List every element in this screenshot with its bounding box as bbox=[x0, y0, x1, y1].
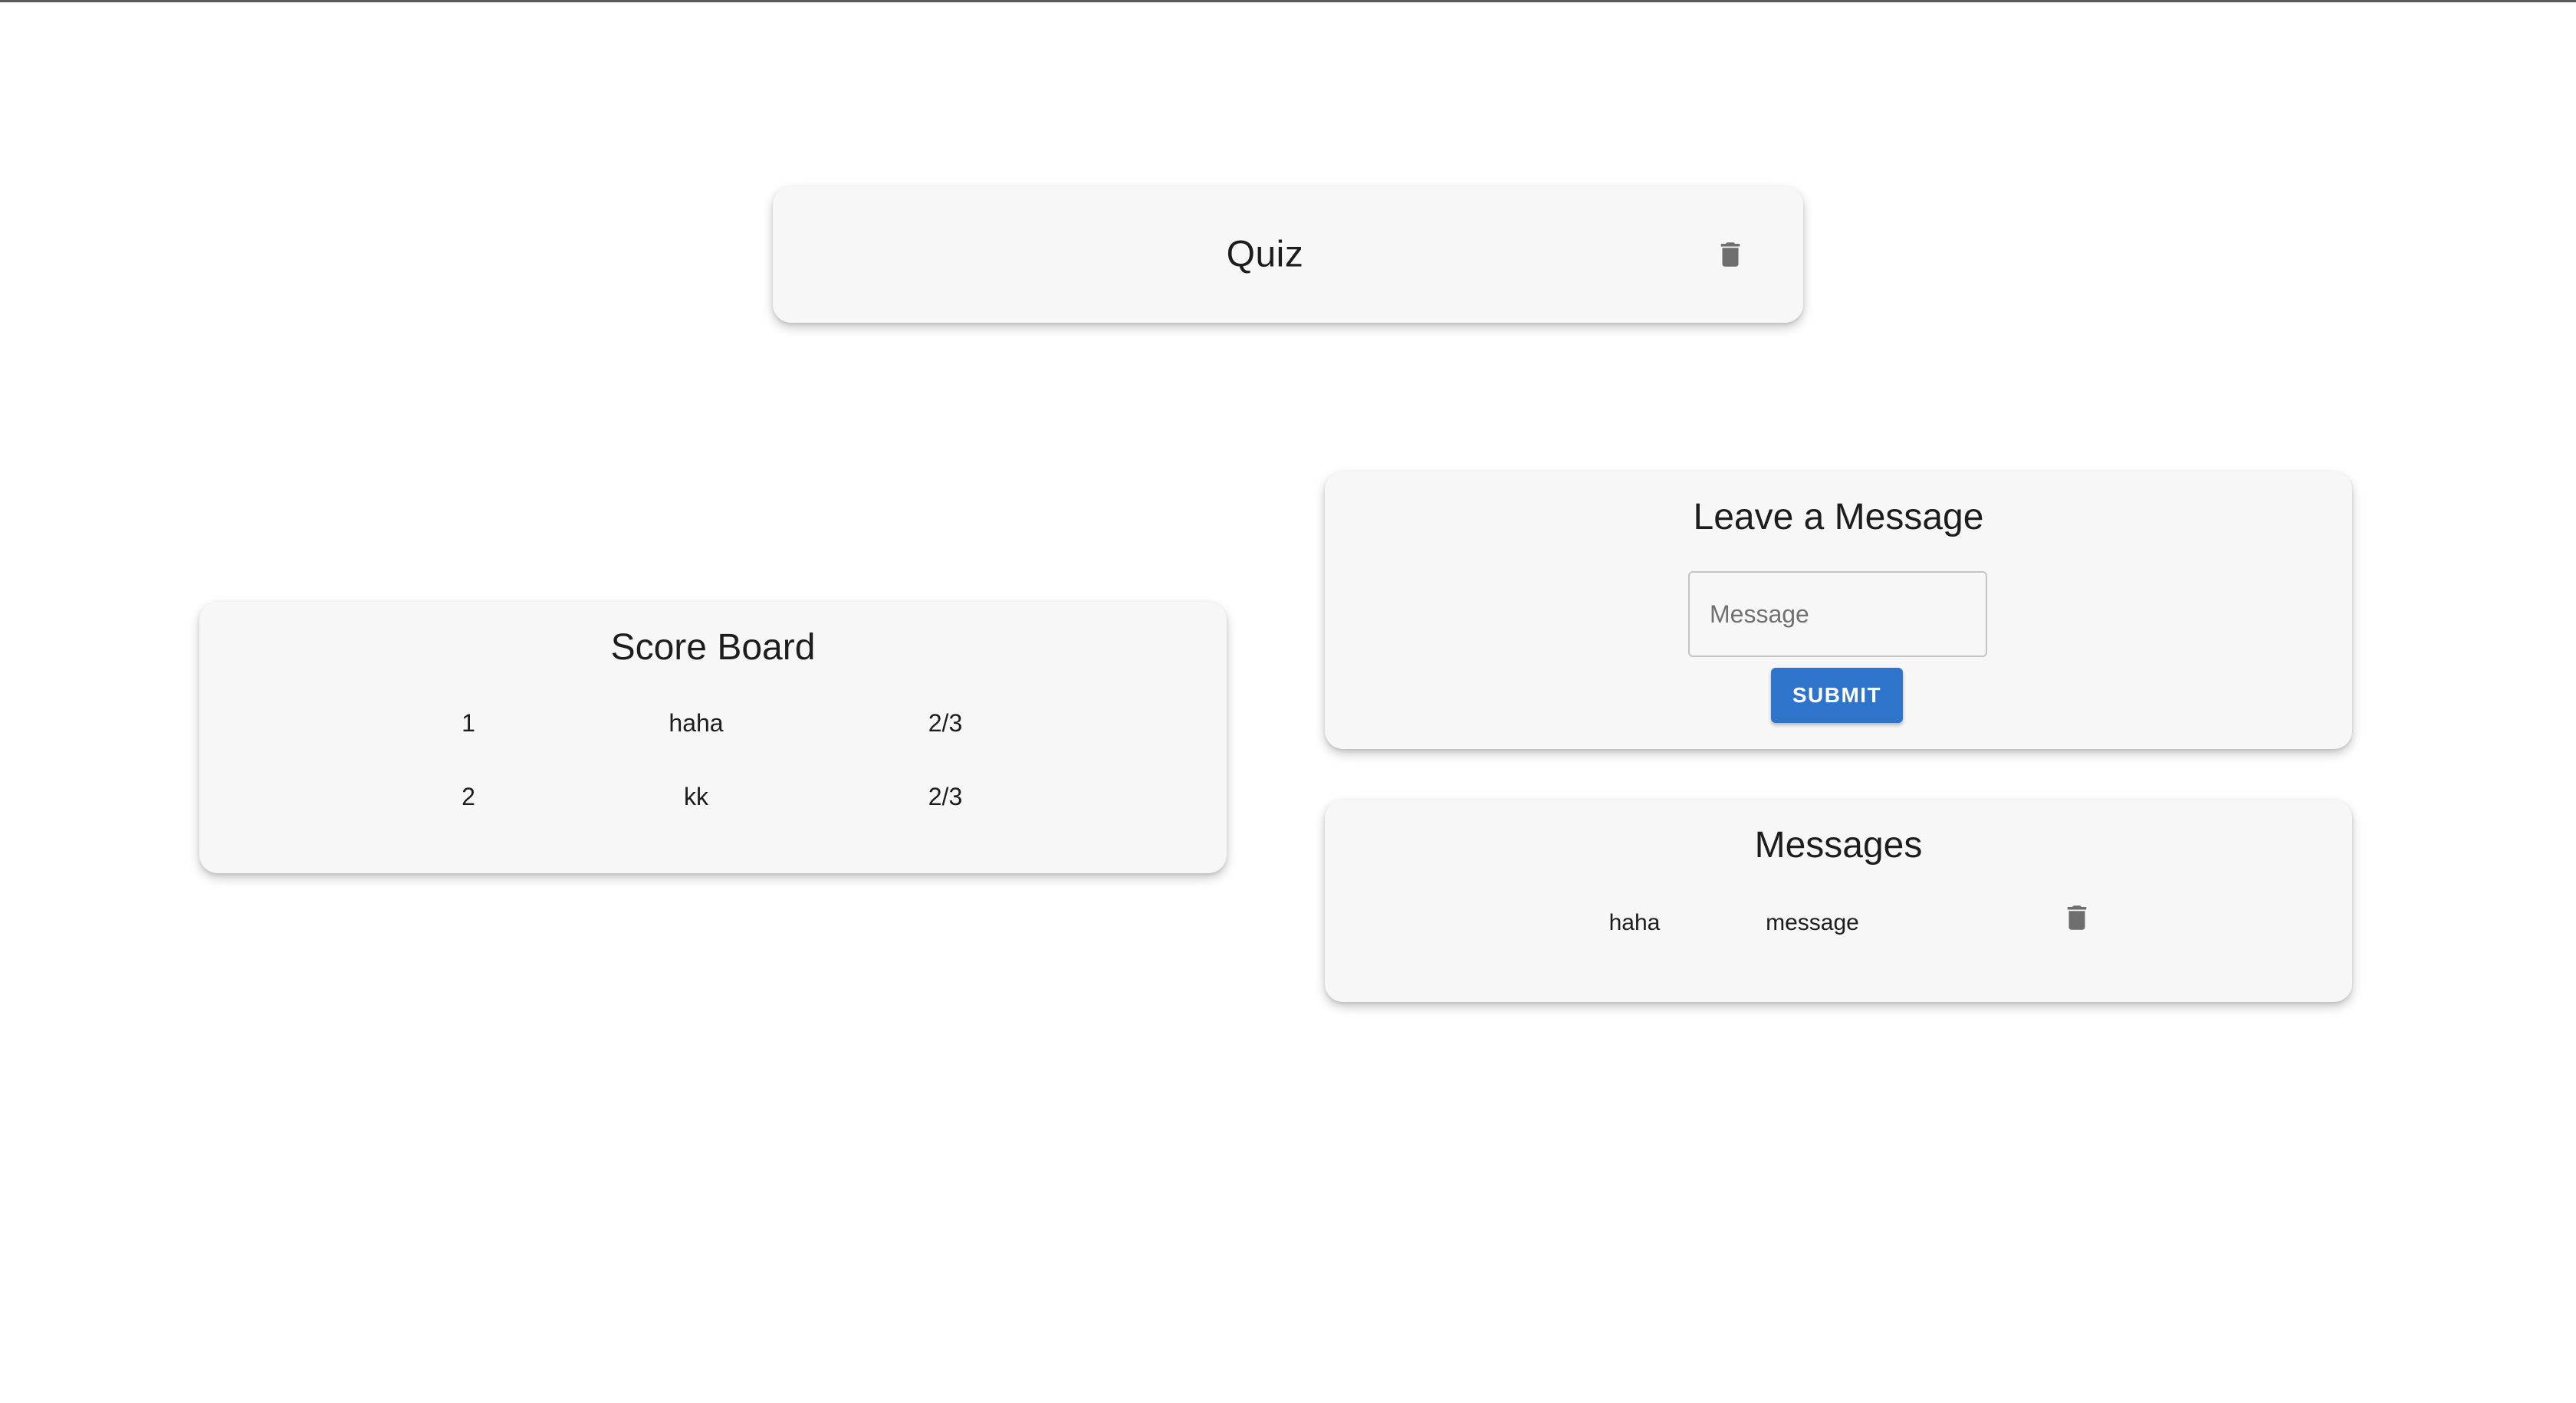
score-value: 2/3 bbox=[928, 783, 963, 810]
page: Quiz Score Board 1 haha 2/3 2 kk 2/3 Lea… bbox=[0, 0, 2576, 1403]
message-item: haha message bbox=[1325, 905, 2352, 953]
delete-message-button[interactable] bbox=[2055, 896, 2098, 939]
score-row: 2 kk 2/3 bbox=[199, 783, 1227, 829]
score-rank: 2 bbox=[462, 783, 475, 810]
quiz-title: Quiz bbox=[1226, 234, 1304, 275]
message-author: haha bbox=[1608, 910, 1661, 935]
delete-quiz-button[interactable] bbox=[1709, 233, 1752, 276]
message-text: message bbox=[1766, 910, 1859, 935]
score-name: haha bbox=[669, 709, 724, 737]
quiz-card: Quiz bbox=[773, 186, 1803, 323]
score-rank: 1 bbox=[462, 709, 475, 737]
score-name: kk bbox=[684, 783, 708, 810]
leave-message-title: Leave a Message bbox=[1693, 497, 1984, 537]
messages-title: Messages bbox=[1754, 825, 1923, 866]
trash-icon bbox=[2067, 905, 2087, 930]
score-value: 2/3 bbox=[928, 709, 963, 737]
message-input[interactable] bbox=[1688, 571, 1987, 657]
leave-message-card: Leave a Message SUBMIT bbox=[1325, 472, 2352, 749]
messages-card: Messages haha message bbox=[1325, 800, 2352, 1002]
score-board-title: Score Board bbox=[610, 627, 816, 668]
trash-icon bbox=[1720, 242, 1740, 267]
score-row: 1 haha 2/3 bbox=[199, 709, 1227, 755]
submit-button[interactable]: SUBMIT bbox=[1771, 668, 1903, 723]
score-board-card: Score Board 1 haha 2/3 2 kk 2/3 bbox=[199, 602, 1227, 873]
